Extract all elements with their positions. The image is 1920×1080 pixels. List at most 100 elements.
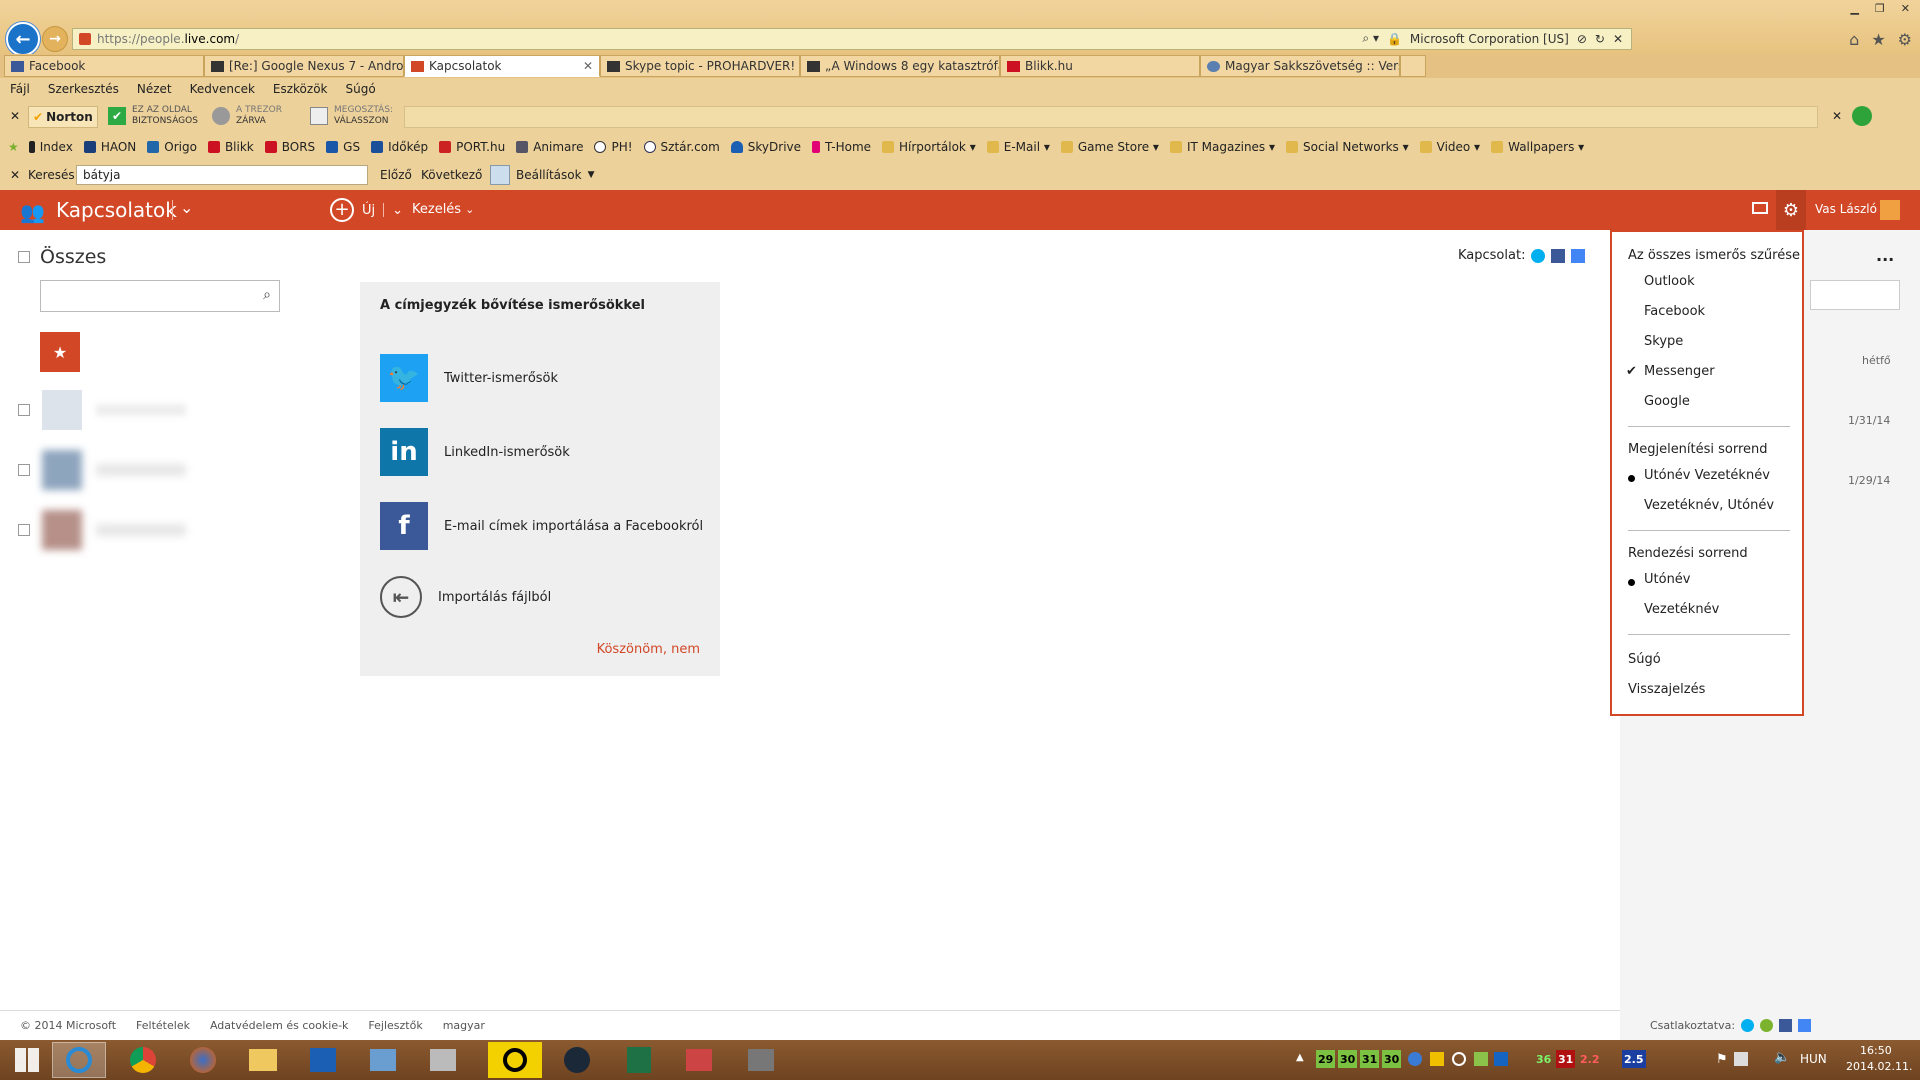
close-toolbar-icon[interactable]: ✕ [10, 109, 20, 123]
taskbar-app3[interactable] [734, 1042, 788, 1078]
tab-windows8[interactable]: „A Windows 8 egy katasztrófa"... [800, 55, 1000, 77]
import-facebook[interactable]: f E-mail címek importálása a Facebookról [380, 502, 703, 550]
tab-sakk[interactable]: Magyar Sakkszövetség :: Verse... [1200, 55, 1400, 77]
find-prev-button[interactable]: Előző [380, 168, 412, 182]
network-icon[interactable] [1734, 1052, 1748, 1066]
feedback-link[interactable]: Visszajelzés [1628, 682, 1705, 697]
settings-gear-button[interactable]: ⚙ [1776, 190, 1806, 230]
norton-logo[interactable]: ✔ Norton [28, 106, 98, 128]
menu-favorites[interactable]: Kedvencek [190, 82, 255, 96]
facebook-icon[interactable] [1551, 248, 1566, 263]
message-icon[interactable] [1752, 202, 1768, 214]
tab-nexus[interactable]: [Re:] Google Nexus 7 - Android... [204, 55, 404, 77]
fav-folder-socialnetworks[interactable]: Social Networks ▾ [1286, 140, 1409, 154]
minimize-icon[interactable]: ▁ [1850, 2, 1858, 15]
share-badge[interactable]: MEGOSZTÁS: VÁLASSZON [310, 105, 393, 127]
import-twitter[interactable]: 🐦 Twitter-ismerősök [380, 354, 558, 402]
close-window-icon[interactable]: ✕ [1901, 2, 1910, 15]
taskbar-outlook[interactable] [296, 1042, 350, 1078]
taskbar-app[interactable] [416, 1042, 470, 1078]
app-title[interactable]: Kapcsolatok [56, 198, 177, 222]
volume-icon[interactable]: 🔈 [1774, 1050, 1790, 1065]
taskbar-excel[interactable] [612, 1042, 666, 1078]
fav-haon[interactable]: HAON [83, 140, 136, 154]
tray-icon[interactable] [1494, 1052, 1508, 1066]
menu-help[interactable]: Súgó [346, 82, 376, 96]
display-last-first[interactable]: Vezetéknév, Utónév [1644, 498, 1774, 513]
fav-gs[interactable]: GS [326, 140, 360, 154]
forward-button[interactable]: → [42, 26, 68, 52]
developers-link[interactable]: Fejlesztők [368, 1019, 422, 1032]
back-button[interactable]: ← [6, 22, 40, 56]
fav-thome[interactable]: T-Home [812, 140, 871, 154]
filter-skype[interactable]: Skype [1644, 334, 1683, 349]
search-icon[interactable]: ⌕ ▾ [1362, 31, 1379, 46]
dismiss-link[interactable]: Köszönöm, nem [597, 642, 700, 657]
privacy-link[interactable]: Adatvédelem és cookie-k [210, 1019, 348, 1032]
fav-index[interactable]: Index [28, 140, 73, 154]
restore-icon[interactable]: ❐ [1875, 2, 1885, 15]
fav-animare[interactable]: Animare [516, 140, 583, 154]
fav-skydrive[interactable]: SkyDrive [730, 140, 801, 154]
skype-icon[interactable] [1531, 248, 1546, 263]
fav-folder-gamestore[interactable]: Game Store ▾ [1060, 140, 1159, 154]
search-icon[interactable]: ⌕ [263, 287, 271, 303]
new-tab-button[interactable] [1400, 55, 1426, 77]
taskbar-ie[interactable] [52, 1042, 106, 1078]
menu-view[interactable]: Nézet [137, 82, 172, 96]
fav-blikk[interactable]: Blikk [207, 140, 254, 154]
tray-cpu[interactable]: 36 [1534, 1050, 1553, 1068]
contact-checkbox[interactable] [18, 524, 30, 536]
display-first-last[interactable]: Utónév Vezetéknév [1644, 468, 1770, 483]
tray-temp[interactable]: 29 [1316, 1050, 1336, 1068]
filter-facebook[interactable]: Facebook [1644, 304, 1705, 319]
taskbar-app2[interactable] [672, 1042, 726, 1078]
certificate-label[interactable]: Microsoft Corporation [US] [1410, 32, 1569, 46]
new-button[interactable]: + Új ⌄ [330, 198, 403, 222]
manage-button[interactable]: Kezelés ⌄ [412, 202, 474, 217]
skype-icon[interactable] [1741, 1018, 1755, 1032]
find-settings-button[interactable]: Beállítások ▼ [490, 165, 595, 185]
avatar[interactable] [1880, 200, 1900, 220]
close-norton-icon[interactable]: ✕ [1832, 109, 1842, 123]
vault-badge[interactable]: A TREZOR ZÁRVA [212, 105, 282, 127]
import-file[interactable]: ⇤ Importálás fájlból [380, 576, 551, 618]
close-tab-icon[interactable]: ✕ [583, 59, 593, 73]
fav-ph[interactable]: PH! [594, 140, 633, 154]
filter-google[interactable]: Google [1644, 394, 1690, 409]
clock-date[interactable]: 2014.02.11. [1846, 1060, 1912, 1073]
more-options-icon[interactable]: ... [1876, 246, 1894, 265]
fav-folder-wallpapers[interactable]: Wallpapers ▾ [1491, 140, 1584, 154]
taskbar-firefox[interactable] [176, 1042, 230, 1078]
input-language[interactable]: HUN [1800, 1052, 1827, 1066]
find-next-button[interactable]: Következő [421, 168, 482, 182]
right-search-input[interactable] [1810, 280, 1900, 310]
norton-search-field[interactable] [404, 106, 1818, 128]
tray-icon[interactable] [1430, 1052, 1444, 1066]
import-linkedin[interactable]: in LinkedIn-ismerősök [380, 428, 570, 476]
menu-edit[interactable]: Szerkesztés [48, 82, 119, 96]
tab-skype[interactable]: Skype topic - PROHARDVER! H... [600, 55, 800, 77]
tray-temp-red[interactable]: 31 [1556, 1050, 1576, 1068]
tab-facebook[interactable]: Facebook [4, 55, 204, 77]
site-safe-badge[interactable]: ✔ EZ AZ OLDAL BIZTONSÁGOS [108, 105, 198, 127]
contact-checkbox[interactable] [18, 464, 30, 476]
taskbar-steam[interactable] [550, 1042, 604, 1078]
user-name[interactable]: Vas László [1815, 202, 1877, 216]
flag-icon[interactable]: ⚑ [1716, 1052, 1728, 1067]
fav-sztar[interactable]: Sztár.com [643, 140, 720, 154]
stop-icon[interactable]: ⊘ [1577, 32, 1587, 46]
favorites-star-tile[interactable]: ★ [40, 332, 80, 372]
tab-blikk[interactable]: Blikk.hu [1000, 55, 1200, 77]
gear-icon[interactable]: ⚙ [1898, 30, 1912, 49]
language-link[interactable]: magyar [443, 1019, 485, 1032]
messenger-icon[interactable] [1760, 1018, 1774, 1032]
tray-temp[interactable]: 30 [1338, 1050, 1358, 1068]
tray-temp[interactable]: 30 [1382, 1050, 1402, 1068]
tray-icon[interactable] [1408, 1052, 1422, 1066]
menu-file[interactable]: Fájl [10, 82, 30, 96]
taskbar-chrome[interactable] [116, 1042, 170, 1078]
fav-folder-hirportalok[interactable]: Hírportálok ▾ [882, 140, 976, 154]
help-link[interactable]: Súgó [1628, 652, 1661, 667]
tray-icon[interactable] [1452, 1052, 1466, 1066]
